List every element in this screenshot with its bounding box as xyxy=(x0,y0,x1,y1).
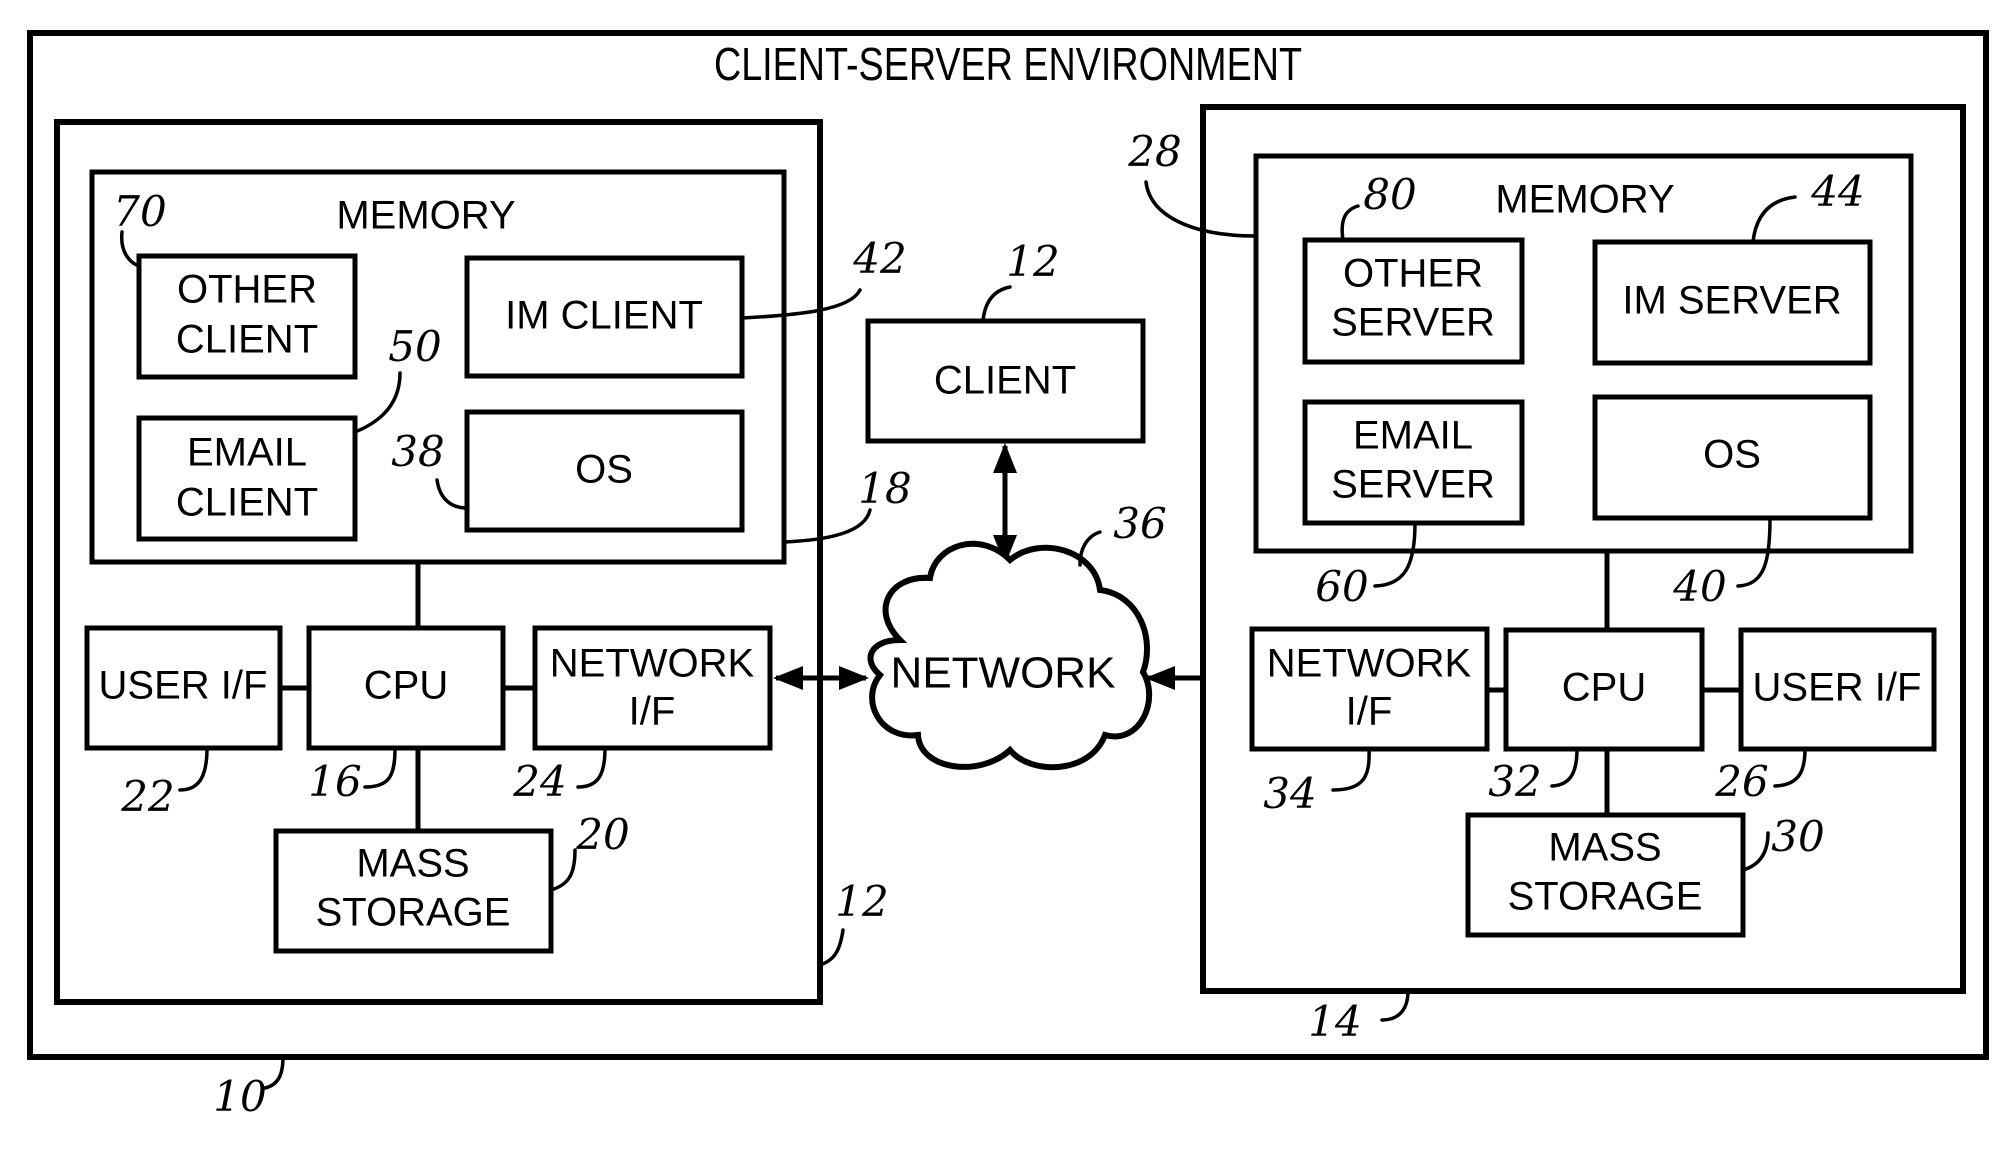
client-os-label: OS xyxy=(575,448,633,492)
ref-10: 10 xyxy=(213,1072,266,1121)
client-mass-storage-label-line2: STORAGE xyxy=(316,891,511,935)
email-server-label-line1: EMAIL xyxy=(1353,414,1473,458)
ref-38: 38 xyxy=(391,427,444,476)
remote-client-label: CLIENT xyxy=(934,359,1076,403)
client-mass-storage-label-line1: MASS xyxy=(356,842,469,886)
ref-18: 18 xyxy=(858,464,911,513)
network-label: NETWORK xyxy=(891,649,1116,698)
client-cpu-label: CPU xyxy=(364,664,448,708)
ref-50: 50 xyxy=(388,322,441,371)
ref-26: 26 xyxy=(1714,757,1768,806)
ref-42: 42 xyxy=(852,234,906,283)
server-network-if-label-line1: NETWORK xyxy=(1267,642,1472,686)
ref-32: 32 xyxy=(1488,757,1541,806)
ref-44: 44 xyxy=(1810,167,1864,216)
ref-16: 16 xyxy=(308,757,361,806)
ref-22: 22 xyxy=(120,772,174,821)
client-network-if-label-line2: I/F xyxy=(629,690,676,734)
server-mass-storage-label-line2: STORAGE xyxy=(1508,875,1703,919)
other-server-label-line2: SERVER xyxy=(1331,301,1495,345)
ref-34: 34 xyxy=(1263,769,1316,818)
im-server-label: IM SERVER xyxy=(1622,279,1841,323)
ref-80: 80 xyxy=(1363,170,1416,219)
server-network-if-label-line2: I/F xyxy=(1346,690,1393,734)
client-network-if-label-line1: NETWORK xyxy=(550,642,755,686)
other-server-label-line1: OTHER xyxy=(1343,252,1483,296)
server-os-label: OS xyxy=(1703,433,1761,477)
ref-40: 40 xyxy=(1672,562,1726,611)
client-memory-label: MEMORY xyxy=(336,194,515,238)
server-memory-label: MEMORY xyxy=(1495,178,1674,222)
server-cpu-label: CPU xyxy=(1562,666,1646,710)
ref-14: 14 xyxy=(1308,997,1361,1046)
ref-60: 60 xyxy=(1315,562,1368,611)
email-client-label-line2: CLIENT xyxy=(176,481,318,525)
ref-28: 28 xyxy=(1127,127,1181,176)
ref-20: 20 xyxy=(575,810,629,859)
ref-30: 30 xyxy=(1771,812,1824,861)
ref-70: 70 xyxy=(113,187,166,236)
other-client-label-line1: OTHER xyxy=(177,268,317,312)
email-client-label-line1: EMAIL xyxy=(187,431,307,475)
im-client-label: IM CLIENT xyxy=(505,294,703,338)
client-server-diagram: CLIENT-SERVER ENVIRONMENT MEMORY OTHER C… xyxy=(27,30,1989,1121)
diagram-title: CLIENT-SERVER ENVIRONMENT xyxy=(714,39,1302,90)
client-user-if-label: USER I/F xyxy=(99,664,268,708)
email-server-label-line2: SERVER xyxy=(1331,463,1495,507)
server-user-if-label: USER I/F xyxy=(1753,666,1922,710)
ref-24: 24 xyxy=(512,757,566,806)
server-mass-storage-label-line1: MASS xyxy=(1548,826,1661,870)
ref-12-client: 12 xyxy=(1006,237,1059,286)
ref-12: 12 xyxy=(835,877,888,926)
ref-36: 36 xyxy=(1113,499,1166,548)
leader-10 xyxy=(263,1055,285,1090)
other-client-label-line2: CLIENT xyxy=(176,318,318,362)
